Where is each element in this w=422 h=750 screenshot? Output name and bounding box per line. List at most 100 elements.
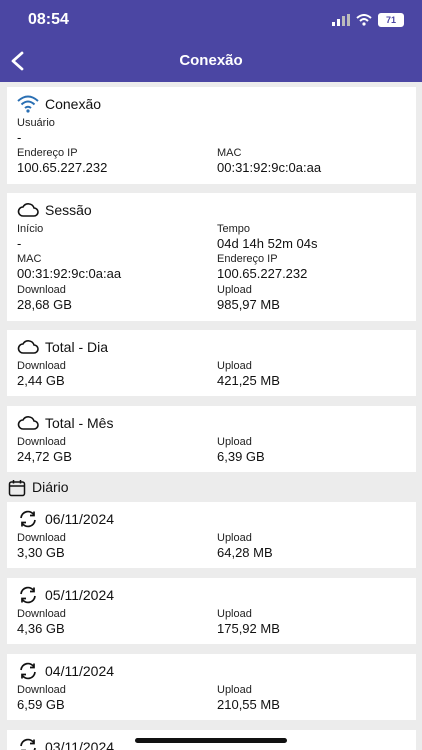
monthly-total-card: Total - Mês Download 24,72 GB Upload 6,3…: [7, 406, 416, 472]
day-download-label: Download: [17, 532, 66, 544]
user-value: -: [17, 130, 22, 145]
signal-icon: [332, 14, 350, 26]
session-mac-label: MAC: [17, 253, 42, 265]
ip-label: Endereço IP: [17, 147, 78, 159]
cloud-icon: [17, 203, 39, 217]
daily-total-upload-field: Upload 421,25 MB: [217, 360, 280, 388]
day-download-label: Download: [17, 608, 66, 620]
time-field: Tempo 04d 14h 52m 04s: [217, 223, 317, 251]
day-upload-field: Upload 64,28 MB: [217, 532, 273, 560]
monthly-total-upload-value: 6,39 GB: [217, 449, 265, 464]
day-upload-value: 210,55 MB: [217, 697, 280, 712]
mac-field: MAC 00:31:92:9c:0a:aa: [217, 147, 321, 175]
home-indicator[interactable]: [135, 738, 287, 743]
sync-icon: [20, 586, 36, 604]
daily-total-upload-label: Upload: [217, 360, 252, 372]
sync-icon: [20, 738, 36, 750]
day-upload-label: Upload: [217, 532, 252, 544]
sync-icon: [20, 662, 36, 680]
day-card[interactable]: 06/11/2024 Download 3,30 GB Upload 64,28…: [7, 502, 416, 568]
monthly-total-download-value: 24,72 GB: [17, 449, 72, 464]
session-mac-field: MAC 00:31:92:9c:0a:aa: [17, 253, 121, 281]
daily-total-download-label: Download: [17, 360, 66, 372]
session-mac-value: 00:31:92:9c:0a:aa: [17, 266, 122, 281]
day-date: 04/11/2024: [45, 663, 115, 679]
wifi-status-icon: [356, 14, 372, 26]
day-download-field: Download 4,36 GB: [17, 608, 66, 636]
day-upload-label: Upload: [217, 684, 252, 696]
day-download-value: 3,30 GB: [17, 545, 65, 560]
start-label: Início: [17, 223, 44, 235]
cloud-icon: [17, 416, 39, 430]
connection-card-header: Conexão: [17, 95, 101, 113]
daily-total-download-value: 2,44 GB: [17, 373, 65, 388]
session-download-label: Download: [17, 284, 66, 296]
session-download-field: Download 28,68 GB: [17, 284, 72, 312]
start-field: Início -: [17, 223, 43, 251]
monthly-total-download-field: Download 24,72 GB: [17, 436, 72, 464]
user-field: Usuário -: [17, 117, 55, 145]
daily-total-header: Total - Dia: [17, 338, 108, 356]
monthly-total-download-label: Download: [17, 436, 66, 448]
daily-section-header: Diário: [0, 474, 422, 500]
day-date: 06/11/2024: [45, 511, 115, 527]
day-card[interactable]: 05/11/2024 Download 4,36 GB Upload 175,9…: [7, 578, 416, 644]
monthly-total-upload-label: Upload: [217, 436, 252, 448]
ip-value: 100.65.227.232: [17, 160, 108, 175]
status-time: 08:54: [28, 11, 69, 28]
calendar-icon: [8, 480, 26, 497]
daily-total-card: Total - Dia Download 2,44 GB Upload 421,…: [7, 330, 416, 396]
page-title: Conexão: [179, 52, 243, 69]
time-value: 04d 14h 52m 04s: [217, 236, 318, 251]
session-card: Sessão Início - Tempo 04d 14h 52m 04s MA…: [7, 193, 416, 321]
session-ip-value: 100.65.227.232: [217, 266, 308, 281]
day-download-value: 4,36 GB: [17, 621, 65, 636]
day-upload-value: 175,92 MB: [217, 621, 280, 636]
daily-total-title: Total - Dia: [45, 339, 109, 355]
day-date: 03/11/2024: [45, 739, 115, 750]
start-value: -: [17, 236, 22, 251]
battery-icon: 71: [378, 13, 404, 27]
monthly-total-title: Total - Mês: [45, 415, 114, 431]
day-download-value: 6,59 GB: [17, 697, 65, 712]
session-download-value: 28,68 GB: [17, 297, 72, 312]
day-card[interactable]: 04/11/2024 Download 6,59 GB Upload 210,5…: [7, 654, 416, 720]
mac-value: 00:31:92:9c:0a:aa: [217, 160, 322, 175]
status-icons: 71: [332, 13, 404, 27]
day-upload-value: 64,28 MB: [217, 545, 273, 560]
day-card-header: 03/11/2024: [17, 738, 114, 750]
session-ip-label: Endereço IP: [217, 253, 278, 265]
day-date: 05/11/2024: [45, 587, 115, 603]
monthly-total-header: Total - Mês: [17, 414, 113, 432]
day-download-field: Download 3,30 GB: [17, 532, 66, 560]
session-card-header: Sessão: [17, 201, 92, 219]
monthly-total-upload-field: Upload 6,39 GB: [217, 436, 265, 464]
app-header: 08:54 71 Conexão: [0, 0, 422, 82]
session-ip-field: Endereço IP 100.65.227.232: [217, 253, 307, 281]
session-title: Sessão: [45, 202, 92, 218]
cloud-icon: [17, 340, 39, 354]
day-download-field: Download 6,59 GB: [17, 684, 66, 712]
sync-icon: [20, 510, 36, 528]
day-card-header: 05/11/2024: [17, 586, 114, 604]
wifi-icon: [17, 95, 39, 113]
day-upload-field: Upload 210,55 MB: [217, 684, 280, 712]
daily-total-upload-value: 421,25 MB: [217, 373, 280, 388]
ip-field: Endereço IP 100.65.227.232: [17, 147, 107, 175]
mac-label: MAC: [217, 147, 242, 159]
time-label: Tempo: [217, 223, 251, 235]
day-download-label: Download: [17, 684, 66, 696]
user-label: Usuário: [17, 117, 55, 129]
daily-section-label: Diário: [32, 479, 69, 495]
session-upload-value: 985,97 MB: [217, 297, 280, 312]
session-upload-label: Upload: [217, 284, 252, 296]
day-card-header: 04/11/2024: [17, 662, 114, 680]
daily-total-download-field: Download 2,44 GB: [17, 360, 66, 388]
connection-title: Conexão: [45, 96, 102, 112]
session-upload-field: Upload 985,97 MB: [217, 284, 280, 312]
day-card-header: 06/11/2024: [17, 510, 114, 528]
day-upload-field: Upload 175,92 MB: [217, 608, 280, 636]
day-upload-label: Upload: [217, 608, 252, 620]
status-bar: 08:54 71: [0, 0, 422, 40]
connection-card: Conexão Usuário - Endereço IP 100.65.227…: [7, 87, 416, 184]
